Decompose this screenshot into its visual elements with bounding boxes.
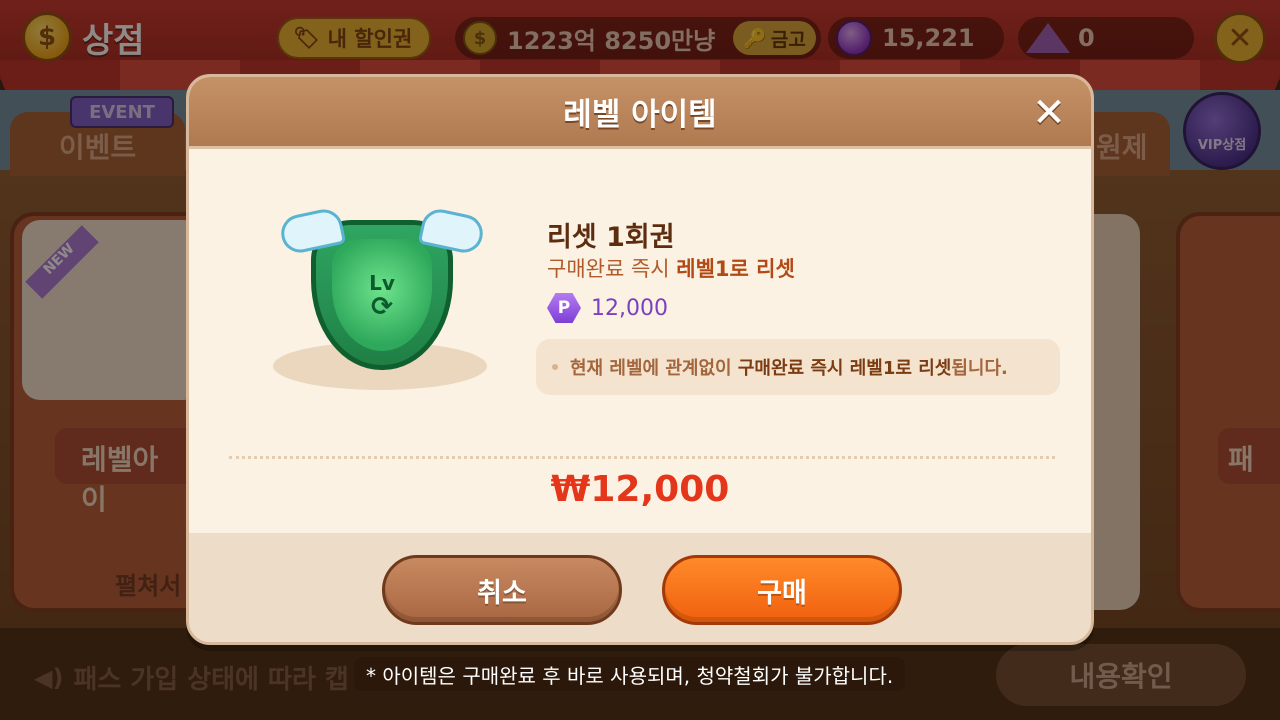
reset-cycle-icon: ⟳ — [371, 292, 393, 322]
info-suffix: 됩니다. — [951, 358, 1008, 379]
item-name: 리셋 1회권 — [547, 222, 675, 253]
cancel-button-label: 취소 — [477, 577, 527, 609]
badge-star: Lv ⟳ — [332, 239, 432, 351]
level-badge-icon: Lv ⟳ — [273, 205, 493, 402]
modal-footer — [189, 533, 1091, 642]
modal-header: 레벨 아이템 ✕ — [189, 77, 1091, 149]
close-icon[interactable]: ✕ — [1029, 93, 1069, 133]
info-prefix: 현재 레벨에 관계없이 — [570, 358, 738, 379]
item-desc-prefix: 구매완료 즉시 — [547, 257, 677, 281]
info-strong: 구매완료 즉시 레벨1로 리셋 — [737, 358, 952, 379]
buy-button-label: 구매 — [757, 577, 807, 609]
modal-title: 레벨 아이템 — [563, 97, 717, 133]
total-price: ₩12,000 — [550, 469, 730, 510]
purchase-modal: 레벨 아이템 ✕ Lv ⟳ 리셋 1회권 구매완료 즉시 레벨1로 리셋 P 1… — [186, 74, 1094, 645]
info-text: 현재 레벨에 관계없이 구매완료 즉시 레벨1로 리셋됩니다. — [570, 354, 1008, 380]
purchase-footnote: * 아이템은 구매완료 후 바로 사용되며, 청약철회가 불가합니다. — [354, 657, 906, 691]
p-currency-letter: P — [557, 298, 571, 318]
info-box: 현재 레벨에 관계없이 구매완료 즉시 레벨1로 리셋됩니다. — [536, 339, 1060, 395]
p-price-value: 12,000 — [591, 295, 668, 321]
cancel-button[interactable]: 취소 — [382, 555, 622, 625]
item-description: 구매완료 즉시 레벨1로 리셋 — [547, 253, 795, 283]
dotted-divider — [229, 456, 1055, 459]
item-desc-highlight: 레벨1로 리셋 — [676, 257, 795, 281]
bullet-icon — [552, 364, 558, 370]
p-currency-icon: P — [547, 293, 581, 323]
purchase-footnote-text: * 아이템은 구매완료 후 바로 사용되며, 청약철회가 불가합니다. — [366, 663, 894, 688]
buy-button[interactable]: 구매 — [662, 555, 902, 625]
item-p-price: P 12,000 — [547, 293, 668, 323]
